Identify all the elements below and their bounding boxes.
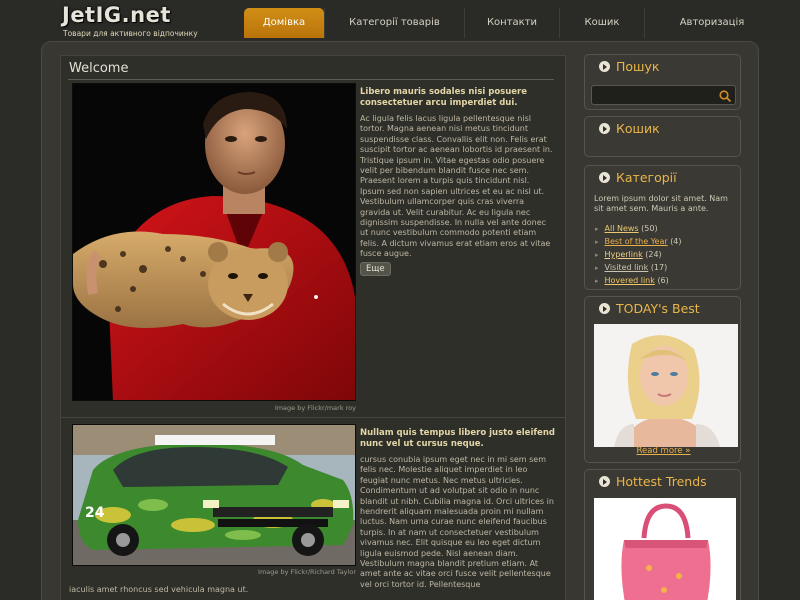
rally-car-illustration: 24 (73, 425, 355, 565)
page-title: Welcome (69, 61, 129, 76)
category-list: All News (50) Best of the Year (4) Hyper… (595, 222, 682, 287)
hottest-trends-image[interactable] (594, 498, 736, 600)
woman-portrait-illustration (594, 324, 738, 447)
category-count: (6) (657, 276, 669, 285)
nav-item-categories[interactable]: Категорії товарів (324, 8, 464, 38)
image-caption: Image by Flickr/Richard Taylor (258, 568, 356, 576)
post-image-man-leopard (72, 83, 356, 401)
play-bullet-icon (599, 61, 610, 72)
site-header: JetIG.net Товари для активного відпочинк… (0, 0, 800, 42)
site-logo[interactable]: JetIG.net (62, 3, 171, 27)
category-count: (50) (641, 224, 658, 233)
post-heading[interactable]: Libero mauris sodales nisi posuere conse… (360, 87, 556, 108)
search-input[interactable] (591, 85, 736, 105)
nav-item-contacts[interactable]: Контакти (464, 8, 559, 38)
cart-box-title: Кошик (599, 121, 660, 136)
hottest-trends-box-title: Hottest Trends (599, 474, 707, 489)
post-body: Ac ligula felis lacus ligula pellentesqu… (360, 114, 553, 259)
post-2: Nullam quis tempus libero justo eleifend… (360, 428, 556, 590)
todays-best-box: TODAY's Best Read more » (584, 296, 741, 463)
category-count: (24) (645, 250, 662, 259)
play-bullet-icon (599, 476, 610, 487)
hottest-trends-title-text: Hottest Trends (616, 474, 707, 489)
nav-item-cart[interactable]: Кошик (559, 8, 644, 38)
category-count: (17) (650, 263, 668, 272)
categories-description: Lorem ipsum dolor sit amet. Nam sit amet… (594, 194, 728, 213)
play-bullet-icon (599, 303, 610, 314)
todays-best-box-title: TODAY's Best (599, 301, 700, 316)
nav-item-home[interactable]: Домівка (244, 8, 324, 38)
post-body-continued: iaculis amet rhoncus sed vehicula magna … (69, 585, 249, 594)
list-item: Hyperlink (24) (595, 248, 682, 261)
title-divider (68, 79, 554, 80)
list-item: Best of the Year (4) (595, 235, 682, 248)
site-slogan: Товари для активного відпочинку (63, 29, 198, 38)
category-link[interactable]: Best of the Year (605, 237, 668, 246)
image-caption: Image by Flickr/mark roy (274, 404, 356, 412)
category-count: (4) (670, 237, 682, 246)
category-link[interactable]: Visited link (605, 263, 649, 272)
search-box-title: Пошук (599, 59, 659, 74)
post-body: cursus conubia ipsum eget nec in mi sem … (360, 455, 554, 589)
man-leopard-illustration (73, 84, 355, 400)
post-divider (60, 417, 566, 418)
category-link[interactable]: All News (605, 224, 639, 233)
hottest-trends-box: Hottest Trends (584, 469, 741, 600)
list-item: Visited link (17) (595, 261, 682, 274)
list-item: Hovered link (6) (595, 274, 682, 287)
play-bullet-icon (599, 123, 610, 134)
read-more-link[interactable]: Read more » (585, 446, 742, 456)
categories-box-title: Категорії (599, 170, 677, 185)
search-box: Пошук (584, 54, 741, 110)
todays-best-image[interactable] (594, 324, 738, 447)
cart-title-text: Кошик (616, 121, 660, 136)
categories-box: Категорії Lorem ipsum dolor sit amet. Na… (584, 165, 741, 290)
handbag-illustration (594, 498, 736, 600)
cart-box: Кошик (584, 116, 741, 157)
svg-text:24: 24 (85, 505, 105, 521)
more-button[interactable]: Еще (360, 262, 391, 276)
play-bullet-icon (599, 172, 610, 183)
main-nav: Домівка Категорії товарів Контакти Кошик… (244, 8, 779, 38)
category-link[interactable]: Hovered link (605, 276, 655, 285)
post-1: Libero mauris sodales nisi posuere conse… (360, 87, 556, 260)
list-item: All News (50) (595, 222, 682, 235)
categories-title-text: Категорії (616, 170, 677, 185)
post-heading[interactable]: Nullam quis tempus libero justo eleifend… (360, 428, 556, 449)
nav-item-login[interactable]: Авторизація (644, 8, 779, 38)
category-link[interactable]: Hyperlink (605, 250, 643, 259)
todays-best-title-text: TODAY's Best (616, 301, 700, 316)
post-image-rally-car: 24 (72, 424, 356, 566)
search-icon[interactable] (718, 89, 732, 103)
search-title-text: Пошук (616, 59, 660, 74)
